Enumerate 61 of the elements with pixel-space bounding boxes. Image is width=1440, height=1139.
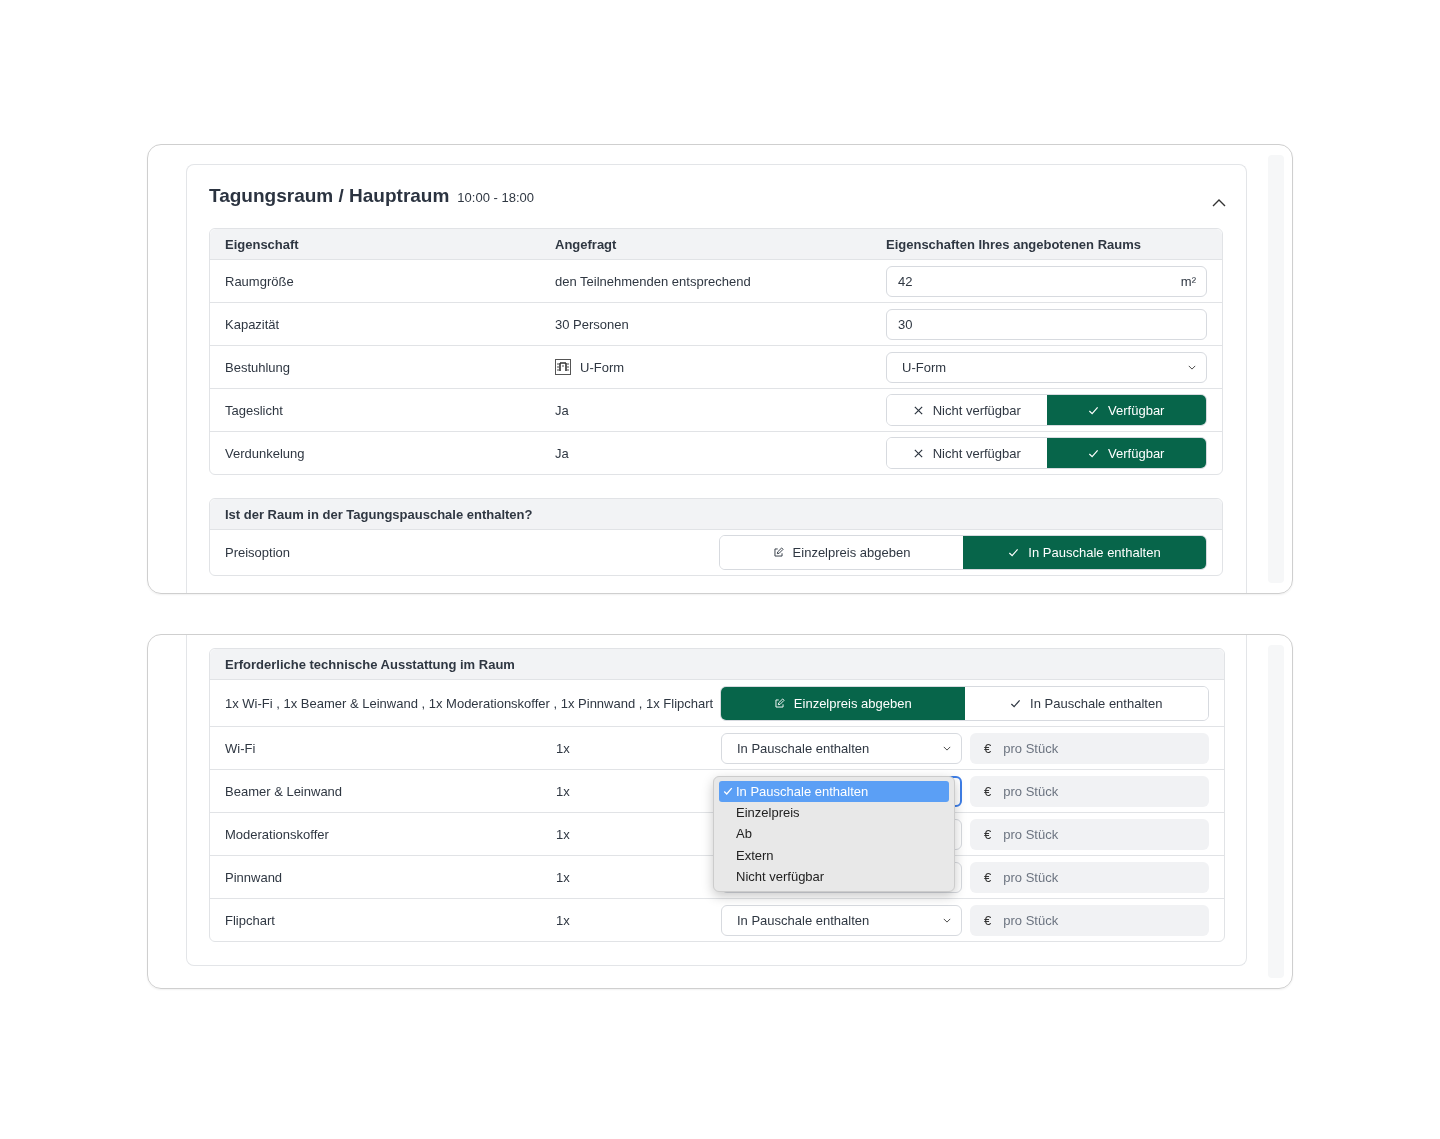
checkmark-icon	[1008, 547, 1020, 558]
input-field[interactable]: 42 m²	[886, 265, 1207, 297]
availability-option-button[interactable]: Verfügbar	[1046, 438, 1206, 468]
price-option-button[interactable]: In Pauschale enthalten	[963, 536, 1206, 569]
checkmark-icon	[1088, 447, 1100, 459]
select-field[interactable]: In Pauschale enthalten	[721, 904, 962, 936]
collapse-button[interactable]	[1212, 198, 1226, 207]
section-heading: Ist der Raum in der Tagungspauschale enthalten?	[225, 506, 533, 522]
table-cell-text: Beamer & Leinwand	[225, 783, 344, 799]
dropdown-option[interactable]: Einzelpreis	[719, 801, 949, 824]
dropdown-option[interactable]: Nicht verfügbar	[719, 865, 949, 887]
chevron-down-icon	[943, 917, 951, 923]
select-field[interactable]: U-Form	[886, 351, 1207, 383]
close-icon	[912, 447, 924, 459]
table-cell-text: Wi-Fi	[225, 740, 257, 756]
table-cell-text: Pinnwand	[225, 869, 284, 885]
checkmark-icon	[723, 786, 733, 797]
table-cell-text: Kapazität	[225, 316, 281, 332]
table-cell: 30 Personen	[555, 316, 629, 332]
pencil-icon	[772, 547, 784, 558]
table-cell-text: Raumgröße	[225, 273, 295, 289]
table-cell-text: Verdunkelung	[225, 445, 306, 461]
chevron-up-icon	[1212, 198, 1226, 207]
chevron-down-icon	[1188, 364, 1196, 370]
price-input-field[interactable]: € pro Stück	[970, 732, 1209, 764]
table-cell-text: 1x	[556, 783, 571, 799]
table-cell: den Teilnehmenden entsprechend	[555, 273, 751, 289]
table-cell: Ja	[555, 402, 569, 418]
table-cell: U-Form	[580, 359, 625, 375]
chevron-down-icon	[943, 745, 951, 751]
close-icon	[912, 404, 924, 416]
column-header: Eigenschaft	[225, 236, 300, 252]
table-cell: Preisoption	[225, 545, 291, 560]
price-option-button[interactable]: Einzelpreis abgeben	[721, 686, 965, 720]
input-field[interactable]: 30	[886, 308, 1207, 340]
price-input-field[interactable]: € pro Stück	[970, 904, 1209, 936]
table-cell-text: Bestuhlung	[225, 359, 292, 375]
table-cell-text: Moderationskoffer	[225, 826, 330, 842]
column-header: Angefragt	[555, 236, 618, 252]
pencil-icon	[773, 697, 785, 709]
table-cell-text: Flipchart	[225, 912, 276, 928]
availability-option-button[interactable]: Verfügbar	[1046, 395, 1206, 425]
price-input-field[interactable]: € pro Stück	[970, 818, 1209, 850]
table-cell-text: Tageslicht	[225, 402, 284, 418]
table-cell: Ja	[555, 445, 569, 461]
dropdown-option[interactable]: Ab	[719, 823, 949, 845]
table-cell-text: 1x	[556, 740, 571, 756]
time-range: 10:00 - 18:00	[457, 190, 534, 205]
section-heading: Erforderliche technische Ausstattung im Raum	[225, 656, 515, 672]
table-cell-text: 1x	[556, 826, 571, 842]
select-field[interactable]: In Pauschale enthalten	[721, 732, 962, 764]
dropdown-option[interactable]: Extern	[719, 844, 949, 866]
room-title: Tagungsraum / Hauptraum	[209, 185, 450, 207]
price-input-field[interactable]: € pro Stück	[970, 861, 1209, 893]
checkmark-icon	[1010, 697, 1022, 709]
equipment-summary: 1x Wi-Fi , 1x Beamer & Leinwand , 1x Moderationskoffer , 1x Pinnwand , 1x Flipchart	[225, 695, 714, 711]
price-input-field[interactable]: € pro Stück	[970, 775, 1209, 807]
column-header: Eigenschaften Ihres angebotenen Raums	[886, 236, 1142, 252]
checkmark-icon	[1088, 404, 1100, 416]
table-cell-text: 1x	[556, 912, 571, 928]
table-cell-text: 1x	[556, 869, 571, 885]
